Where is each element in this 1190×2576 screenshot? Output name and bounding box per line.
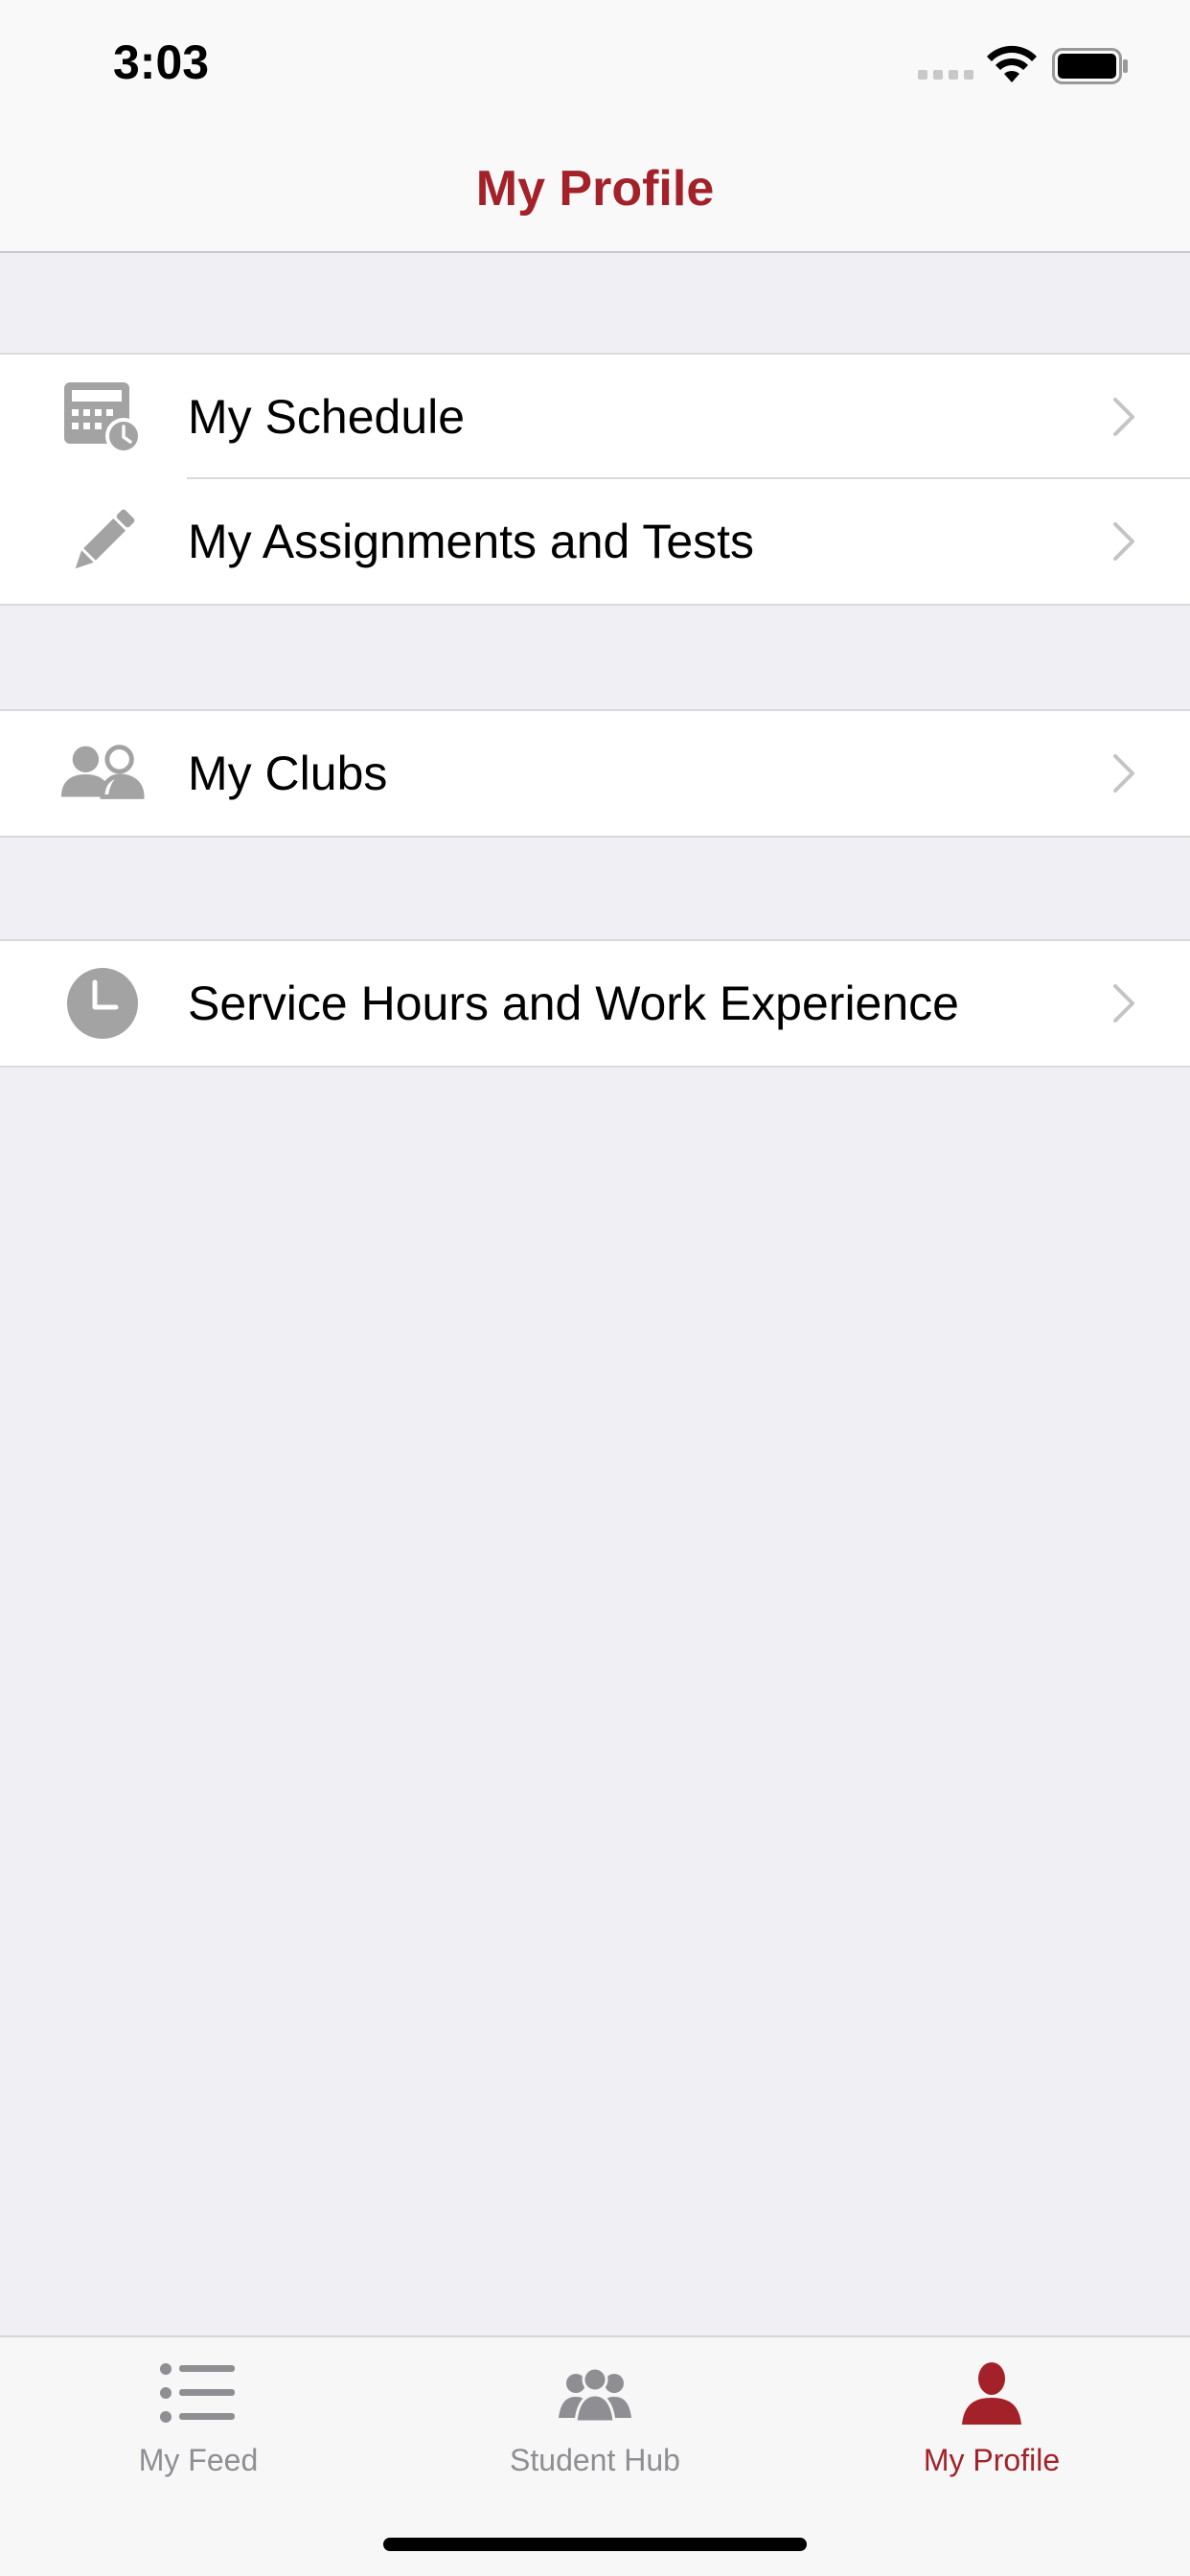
menu-row-label: My Clubs [188, 747, 388, 800]
battery-icon [1052, 48, 1128, 84]
menu-row-label: My Schedule [188, 390, 466, 444]
status-bar: 3:03 [0, 0, 1190, 126]
list-icon [160, 2357, 237, 2429]
pencil-icon [59, 498, 146, 585]
tab-label: My Profile [923, 2443, 1061, 2477]
page-title: My Profile [475, 161, 715, 217]
tab-my-feed[interactable]: My Feed [0, 2337, 397, 2500]
chevron-right-icon [1113, 754, 1134, 793]
people-icon [59, 730, 146, 816]
tab-my-profile[interactable]: My Profile [793, 2337, 1190, 2500]
navigation-bar: My Profile [0, 126, 1190, 253]
menu-row-my-schedule[interactable]: My Schedule [0, 355, 1190, 479]
person-icon [960, 2357, 1023, 2429]
clock-icon [59, 960, 146, 1046]
menu-row-label: Service Hours and Work Experience [188, 977, 959, 1030]
group-icon [559, 2357, 631, 2429]
menu-group-clubs: My Clubs [0, 709, 1190, 838]
tab-label: My Feed [138, 2443, 259, 2477]
status-time: 3:03 [113, 35, 210, 89]
tab-student-hub[interactable]: Student Hub [397, 2337, 793, 2500]
chevron-right-icon [1113, 398, 1134, 436]
screen: 3:03 My Profile My Schedule My Assignmen… [0, 0, 1190, 2576]
menu-group-service: Service Hours and Work Experience [0, 939, 1190, 1068]
menu-row-my-assignments-and-tests[interactable]: My Assignments and Tests [0, 479, 1190, 604]
menu-row-service-hours[interactable]: Service Hours and Work Experience [0, 941, 1190, 1066]
chevron-right-icon [1113, 522, 1134, 561]
cellular-signal-icon [918, 70, 973, 80]
chevron-right-icon [1113, 984, 1134, 1023]
home-indicator [383, 2538, 807, 2551]
menu-row-my-clubs[interactable]: My Clubs [0, 711, 1190, 836]
tab-label: Student Hub [510, 2443, 680, 2477]
menu-group-academics: My Schedule My Assignments and Tests [0, 353, 1190, 606]
calendar-clock-icon [59, 374, 146, 460]
menu-row-label: My Assignments and Tests [188, 515, 755, 568]
wifi-icon [987, 45, 1037, 82]
